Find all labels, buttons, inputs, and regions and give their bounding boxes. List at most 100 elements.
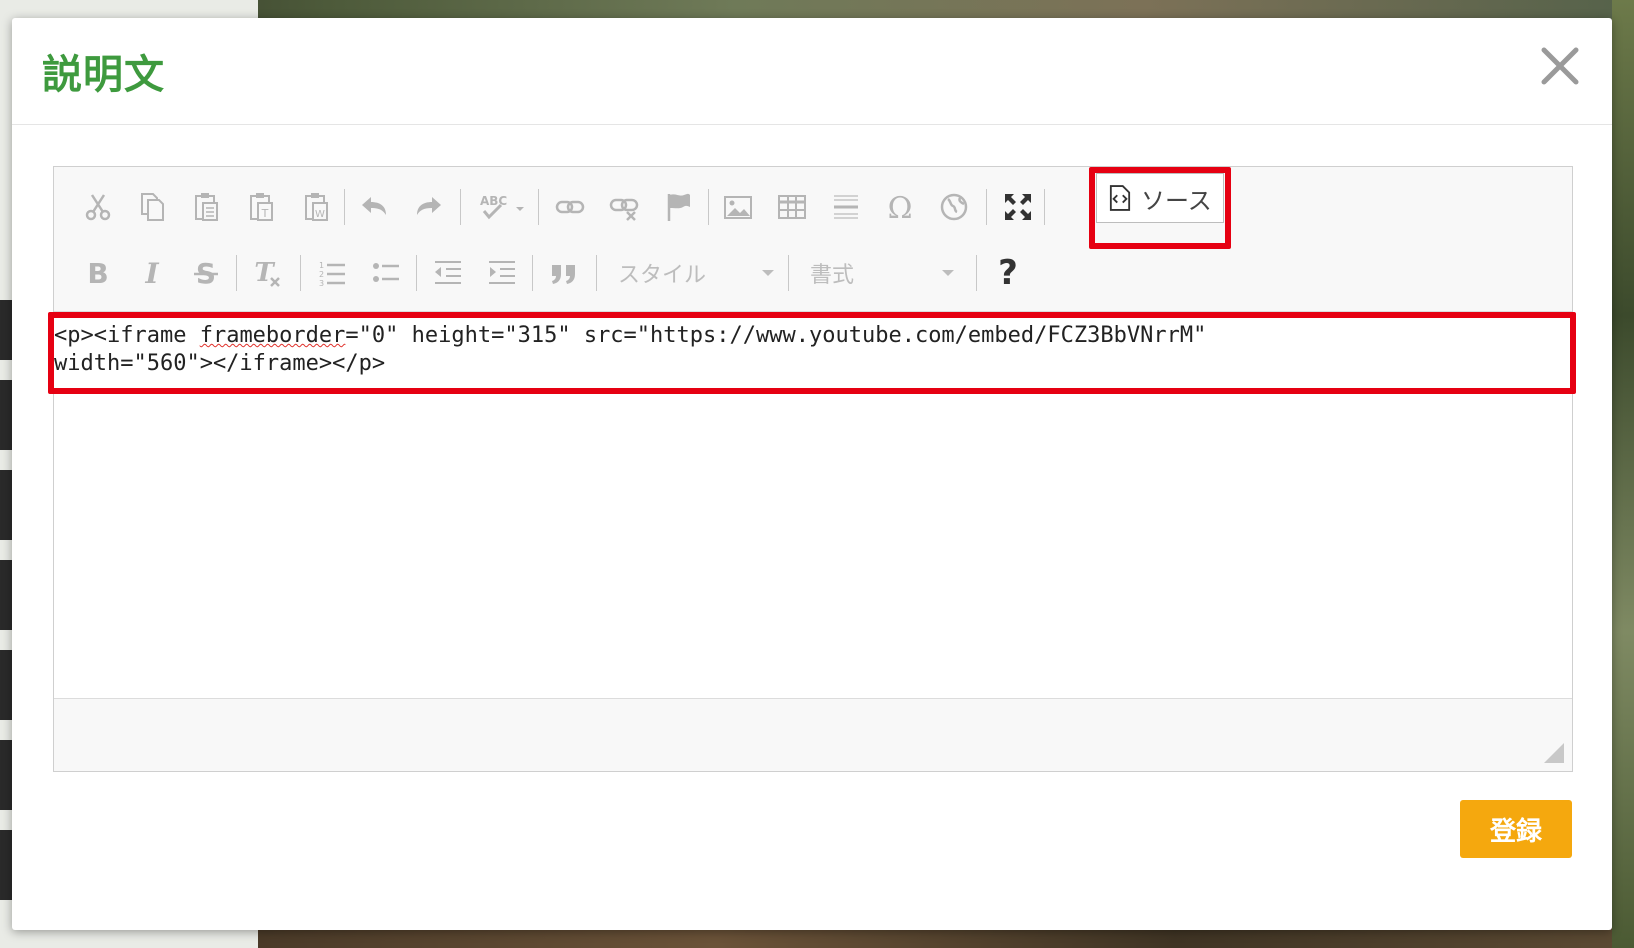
- cut-icon: [85, 194, 111, 221]
- outdent-button[interactable]: [428, 253, 468, 293]
- toolbar-separator: [236, 255, 237, 291]
- close-icon: [1541, 47, 1579, 85]
- toolbar-separator: [344, 189, 345, 225]
- svg-text:I: I: [144, 257, 159, 289]
- special-char-icon: Ω: [888, 191, 913, 223]
- toolbar-separator: [532, 255, 533, 291]
- help-icon: ?: [998, 253, 1018, 293]
- help-button[interactable]: ?: [988, 253, 1028, 293]
- special-char-button[interactable]: Ω: [880, 187, 920, 227]
- redo-button[interactable]: [409, 187, 449, 227]
- iframe-icon: [940, 193, 968, 221]
- svg-text:ABC: ABC: [480, 194, 507, 208]
- bold-button[interactable]: B: [78, 253, 118, 293]
- svg-text:W: W: [315, 209, 325, 220]
- source-highlight-box: [1089, 167, 1231, 249]
- svg-text:T: T: [261, 207, 269, 220]
- svg-text:Ω: Ω: [888, 191, 913, 223]
- blockquote-icon: [552, 265, 575, 284]
- svg-text:B: B: [87, 257, 108, 289]
- resize-handle-icon[interactable]: [1544, 743, 1564, 763]
- toolbar-separator: [300, 255, 301, 291]
- link-button[interactable]: [550, 187, 590, 227]
- iframe-button[interactable]: [934, 187, 974, 227]
- bold-icon: B: [87, 257, 108, 289]
- toolbar-row-2: B I S T 123 スタイル 書式 ?: [54, 243, 1572, 303]
- unlink-button[interactable]: [604, 187, 644, 227]
- toolbar-separator: [708, 189, 709, 225]
- svg-text:2: 2: [319, 270, 324, 279]
- image-button[interactable]: [718, 187, 758, 227]
- toolbar-separator: [1044, 189, 1045, 225]
- modal-header: 説明文: [12, 18, 1612, 125]
- horizontal-rule-icon: [834, 195, 858, 219]
- copy-icon: [141, 193, 164, 221]
- background-strip: [0, 560, 12, 630]
- modal-title: 説明文: [42, 52, 165, 98]
- copy-button[interactable]: [132, 187, 172, 227]
- cut-button[interactable]: [78, 187, 118, 227]
- background-strip: [0, 380, 12, 450]
- toolbar-separator: [596, 255, 597, 291]
- link-icon: [555, 200, 585, 214]
- maximize-icon: [1005, 194, 1031, 220]
- background-photo: [1612, 0, 1634, 948]
- rich-text-editor: T W ABC Ω ソース B I S T 1 2 3 スタイル 書式 ? <p…: [48, 166, 1576, 772]
- source-editor-area[interactable]: <p><iframe frameborder="0" height="315" …: [48, 311, 1576, 699]
- format-combo[interactable]: 書式: [810, 253, 954, 293]
- background-strip: [0, 650, 12, 720]
- table-icon: [778, 195, 806, 219]
- toolbar-separator: [976, 255, 977, 291]
- toolbar-separator: [986, 189, 987, 225]
- paste-word-icon: W: [305, 193, 328, 221]
- strike-button[interactable]: S: [186, 253, 226, 293]
- numbered-list-button[interactable]: 123: [312, 253, 352, 293]
- toolbar-row-1: T W ABC Ω ソース: [54, 167, 1572, 249]
- paste-text-button[interactable]: T: [242, 187, 282, 227]
- svg-text:3: 3: [319, 279, 324, 288]
- horizontal-rule-button[interactable]: [826, 187, 866, 227]
- paste-word-button[interactable]: W: [297, 187, 337, 227]
- blockquote-button[interactable]: [544, 253, 584, 293]
- paste-text-icon: T: [250, 193, 273, 221]
- maximize-button[interactable]: [998, 187, 1038, 227]
- background-strip: [0, 300, 12, 360]
- toolbar-separator: [538, 189, 539, 225]
- toolbar-separator: [788, 255, 789, 291]
- indent-button[interactable]: [482, 253, 522, 293]
- paste-button[interactable]: [187, 187, 227, 227]
- numbered-list-icon: 123: [319, 261, 345, 288]
- bulleted-list-button[interactable]: [366, 253, 406, 293]
- strike-icon: S: [194, 257, 218, 289]
- editor-toolbar: T W ABC Ω ソース B I S T 1 2 3 スタイル 書式 ?: [54, 167, 1572, 311]
- toolbar-separator: [416, 255, 417, 291]
- chevron-down-icon: [762, 270, 774, 276]
- close-button[interactable]: [1538, 44, 1582, 88]
- background-strip: [0, 740, 12, 810]
- remove-format-icon: T: [254, 258, 280, 288]
- redo-icon: [417, 197, 441, 215]
- anchor-icon: [667, 193, 690, 221]
- undo-icon: [362, 197, 386, 215]
- remove-format-button[interactable]: T: [248, 253, 288, 293]
- background-strip: [0, 830, 12, 900]
- editor-statusbar: [54, 719, 1572, 771]
- chevron-down-icon: [942, 270, 954, 276]
- spellcheck-button[interactable]: ABC: [474, 187, 530, 227]
- bulleted-list-icon: [373, 263, 399, 282]
- italic-button[interactable]: I: [132, 253, 172, 293]
- style-combo-label: スタイル: [618, 263, 707, 288]
- indent-icon: [489, 261, 515, 284]
- unlink-icon: [609, 198, 639, 221]
- submit-button[interactable]: 登録: [1460, 800, 1572, 858]
- anchor-button[interactable]: [658, 187, 698, 227]
- image-icon: [724, 196, 752, 219]
- table-button[interactable]: [772, 187, 812, 227]
- svg-text:1: 1: [319, 261, 324, 270]
- spellcheck-icon: ABC: [480, 194, 524, 220]
- undo-button[interactable]: [354, 187, 394, 227]
- code-highlight-box: [48, 312, 1576, 394]
- background-strip: [0, 470, 12, 540]
- format-combo-label: 書式: [810, 263, 855, 288]
- style-combo[interactable]: スタイル: [618, 253, 774, 293]
